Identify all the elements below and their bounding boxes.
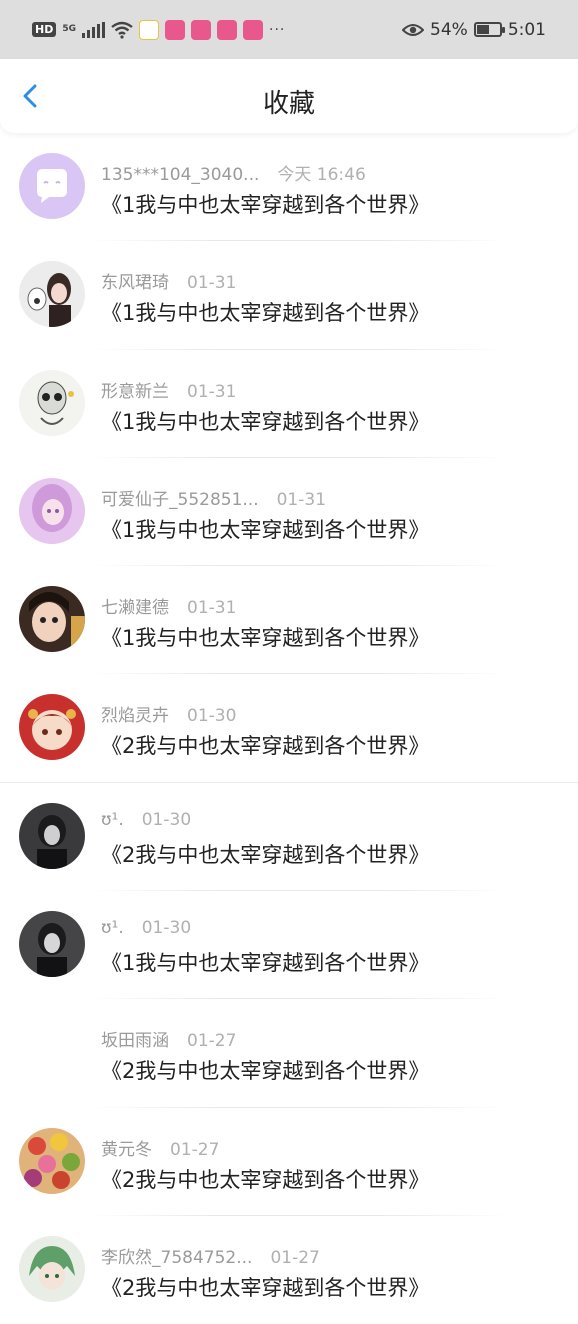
list-item[interactable]: 烈焰灵卉 01-30 《2我与中也太宰穿越到各个世界》	[0, 674, 578, 783]
battery-icon	[473, 22, 505, 37]
username: 黄元冬	[101, 1139, 152, 1160]
book-title: 《2我与中也太宰穿越到各个世界》	[101, 1275, 430, 1300]
book-title: 《2我与中也太宰穿越到各个世界》	[101, 842, 430, 867]
username: 135***104_3040...	[101, 165, 260, 185]
page-title: 收藏	[262, 89, 315, 119]
hd-indicator: HD	[32, 22, 57, 37]
clock: 5:01	[507, 19, 546, 40]
book-title: 《2我与中也太宰穿越到各个世界》	[101, 1059, 430, 1084]
avatar[interactable]	[19, 261, 85, 328]
book-title: 《1我与中也太宰穿越到各个世界》	[101, 301, 430, 326]
book-title: 《1我与中也太宰穿越到各个世界》	[101, 517, 430, 542]
timestamp: 01-30	[141, 809, 192, 830]
eye-icon	[402, 23, 425, 36]
list-item[interactable]: 李欣然_7584752... 01-27 《2我与中也太宰穿越到各个世界》	[0, 1216, 578, 1324]
list-item[interactable]: 可爱仙子_552851... 01-31 《1我与中也太宰穿越到各个世界》	[0, 458, 578, 567]
avatar[interactable]	[19, 369, 85, 436]
book-title: 《2我与中也太宰穿越到各个世界》	[101, 734, 430, 759]
username: 形意新兰	[101, 381, 169, 402]
timestamp: 01-30	[141, 918, 192, 939]
timestamp: 01-27	[170, 1139, 220, 1160]
app-notification-icon	[191, 19, 211, 40]
avatar[interactable]	[19, 1019, 85, 1086]
timestamp: 01-31	[187, 381, 237, 402]
avatar[interactable]	[19, 477, 85, 544]
timestamp: 01-31	[187, 598, 237, 619]
avatar[interactable]	[19, 802, 85, 869]
battery-percent: 54%	[430, 19, 468, 40]
list-item[interactable]: 135***104_3040... 今天 16:46 《1我与中也太宰穿越到各个世…	[0, 133, 578, 242]
timestamp: 01-31	[187, 273, 237, 294]
avatar[interactable]	[19, 1235, 85, 1302]
avatar[interactable]	[19, 1127, 85, 1194]
username: 可爱仙子_552851...	[101, 489, 259, 510]
wifi-icon	[111, 21, 133, 39]
username: 东风珺琦	[101, 273, 169, 294]
list-item[interactable]: 七濑建德 01-31 《1我与中也太宰穿越到各个世界》	[0, 566, 578, 675]
favorites-list: 135***104_3040... 今天 16:46 《1我与中也太宰穿越到各个世…	[0, 133, 578, 1324]
timestamp: 01-27	[187, 1031, 237, 1052]
username: ʊ¹.	[101, 809, 124, 830]
timestamp: 01-31	[276, 489, 327, 510]
book-title: 《1我与中也太宰穿越到各个世界》	[101, 409, 430, 434]
status-bar: HD 5G ··· 54% 5:01	[0, 0, 578, 59]
avatar[interactable]	[19, 586, 85, 653]
list-item[interactable]: 黄元冬 01-27 《2我与中也太宰穿越到各个世界》	[0, 1108, 578, 1216]
username: 七濑建德	[101, 598, 169, 619]
username: 坂田雨涵	[101, 1031, 169, 1052]
timestamp: 01-30	[187, 706, 237, 727]
book-title: 《1我与中也太宰穿越到各个世界》	[101, 951, 430, 976]
list-item[interactable]: 东风珺琦 01-31 《1我与中也太宰穿越到各个世界》	[0, 241, 578, 350]
book-title: 《1我与中也太宰穿越到各个世界》	[101, 193, 430, 217]
list-item[interactable]: 形意新兰 01-31 《1我与中也太宰穿越到各个世界》	[0, 350, 578, 458]
username: 烈焰灵卉	[101, 706, 169, 727]
list-item[interactable]: ʊ¹. 01-30 《1我与中也太宰穿越到各个世界》	[0, 891, 578, 1000]
app-notification-icon	[165, 19, 185, 40]
book-title: 《1我与中也太宰穿越到各个世界》	[101, 626, 430, 651]
signal-icon	[82, 21, 105, 38]
avatar[interactable]	[19, 694, 85, 761]
timestamp: 今天 16:46	[277, 165, 366, 185]
avatar[interactable]	[19, 911, 85, 978]
app-notification-icon	[139, 19, 159, 40]
header: 收藏	[0, 59, 578, 133]
list-item[interactable]: ʊ¹. 01-30 《2我与中也太宰穿越到各个世界》	[0, 783, 578, 892]
avatar[interactable]	[19, 153, 85, 219]
timestamp: 01-27	[270, 1247, 320, 1268]
app-notification-icon	[243, 19, 263, 40]
network-type: 5G	[62, 24, 76, 34]
app-notification-icon	[217, 19, 237, 40]
username: ʊ¹.	[101, 918, 124, 939]
more-notifications-icon: ···	[269, 21, 286, 38]
book-title: 《2我与中也太宰穿越到各个世界》	[101, 1167, 430, 1192]
list-item[interactable]: 坂田雨涵 01-27 《2我与中也太宰穿越到各个世界》	[0, 999, 578, 1108]
username: 李欣然_7584752...	[101, 1247, 253, 1268]
